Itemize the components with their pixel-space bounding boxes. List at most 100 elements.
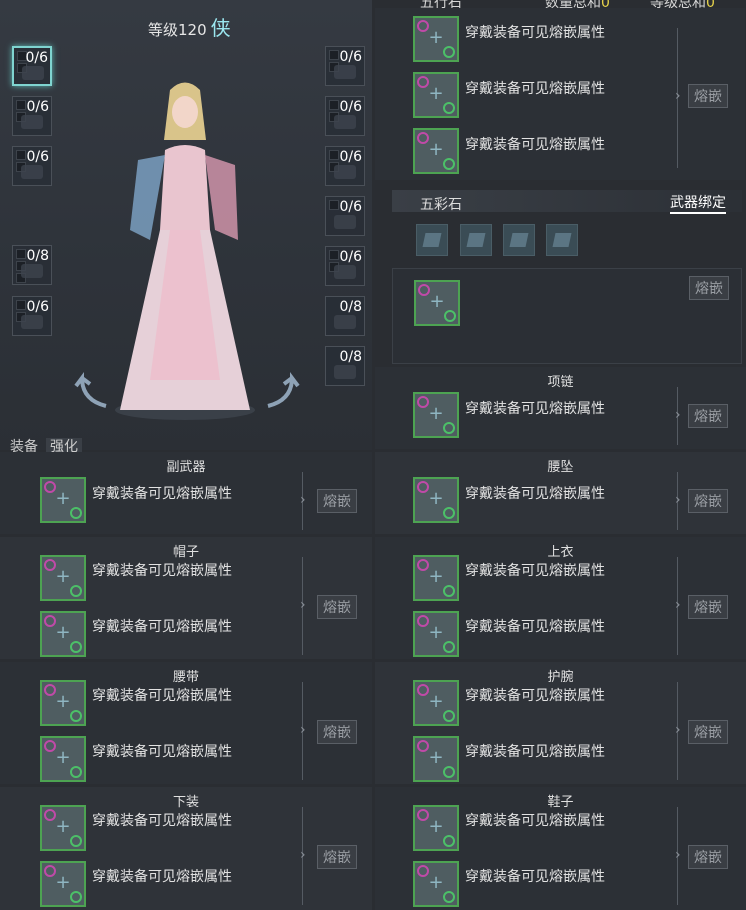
inlay-button[interactable]: 熔嵌 xyxy=(688,720,728,744)
inlay-button[interactable]: 熔嵌 xyxy=(317,489,357,513)
plus-icon: + xyxy=(428,816,444,837)
inlay-button[interactable]: 熔嵌 xyxy=(689,276,729,300)
wucai-stone-slot[interactable] xyxy=(460,224,492,256)
inlay-hint: 穿戴装备可见熔嵌属性 xyxy=(465,486,605,502)
section-hat: 帽子 + 穿戴装备可见熔嵌属性 + 穿戴装备可见熔嵌属性 › 熔嵌 xyxy=(0,537,372,659)
plus-icon: + xyxy=(55,691,71,712)
green-gem-icon xyxy=(70,507,82,519)
inlay-button[interactable]: 熔嵌 xyxy=(317,845,357,869)
inlay-button[interactable]: 熔嵌 xyxy=(688,595,728,619)
equip-slot-right-6[interactable]: 0/8 xyxy=(325,296,365,336)
slot-count: 0/6 xyxy=(26,149,49,165)
gem-slot[interactable]: + xyxy=(413,477,459,523)
inlay-button[interactable]: 熔嵌 xyxy=(688,845,728,869)
level-text: 等级120 xyxy=(148,21,207,39)
belt-icon xyxy=(334,65,356,79)
section-top: 上衣 + 穿戴装备可见熔嵌属性 + 穿戴装备可见熔嵌属性 › 熔嵌 xyxy=(375,537,746,659)
wucai-stone-slot[interactable] xyxy=(503,224,535,256)
inlay-button[interactable]: 熔嵌 xyxy=(688,489,728,513)
slot-count: 0/8 xyxy=(339,299,362,315)
pendant-icon xyxy=(334,265,356,279)
chevron-right-icon: › xyxy=(675,407,681,423)
equip-slot-right-2[interactable]: 0/6 xyxy=(325,96,365,136)
gem-slot[interactable]: + xyxy=(413,680,459,726)
stone-icon xyxy=(422,233,442,247)
level-display: 等级120 侠 xyxy=(148,12,231,41)
gem-slot[interactable]: + xyxy=(40,680,86,726)
gem-slot[interactable]: + xyxy=(40,611,86,657)
wucai-stone-slot[interactable] xyxy=(416,224,448,256)
gem-slot[interactable]: + xyxy=(413,805,459,851)
gem-slot[interactable]: + xyxy=(40,555,86,601)
wucai-stone-slot[interactable] xyxy=(546,224,578,256)
section-secondary-weapon: 副武器 + 穿戴装备可见熔嵌属性 › 熔嵌 xyxy=(0,452,372,534)
gem-slot[interactable]: + xyxy=(413,392,459,438)
plus-icon: + xyxy=(55,566,71,587)
chevron-right-icon: › xyxy=(675,597,681,613)
gem-slot[interactable]: + xyxy=(413,128,459,174)
equip-slot-left-2[interactable]: 0/6 xyxy=(12,96,52,136)
gem-slot[interactable]: + xyxy=(413,736,459,782)
green-gem-icon xyxy=(443,102,455,114)
green-gem-icon xyxy=(443,46,455,58)
gem-slot[interactable]: + xyxy=(413,611,459,657)
chevron-right-icon: › xyxy=(300,722,306,738)
section-title: 项链 xyxy=(547,375,574,390)
plus-icon: + xyxy=(428,488,444,509)
inlay-button[interactable]: 熔嵌 xyxy=(317,595,357,619)
equip-slot-right-4[interactable]: 0/6 xyxy=(325,196,365,236)
plus-icon: + xyxy=(428,691,444,712)
gem-slot[interactable]: + xyxy=(413,861,459,907)
equip-slot-right-5[interactable]: 0/6 xyxy=(325,246,365,286)
green-gem-icon xyxy=(443,710,455,722)
equip-slot-left-3[interactable]: 0/6 xyxy=(12,146,52,186)
chevron-right-icon: › xyxy=(300,847,306,863)
inlay-button[interactable]: 熔嵌 xyxy=(688,84,728,108)
gem-slot[interactable]: + xyxy=(413,555,459,601)
inlay-hint: 穿戴装备可见熔嵌属性 xyxy=(92,813,232,829)
inlay-button[interactable]: 熔嵌 xyxy=(317,720,357,744)
chevron-right-icon: › xyxy=(675,492,681,508)
pants-icon xyxy=(334,115,356,129)
gem-slot[interactable]: + xyxy=(413,16,459,62)
hat-icon xyxy=(22,66,44,80)
green-gem-icon xyxy=(443,891,455,903)
inlay-button[interactable]: 熔嵌 xyxy=(688,404,728,428)
slot-count: 0/6 xyxy=(339,99,362,115)
inlay-hint: 穿戴装备可见熔嵌属性 xyxy=(92,869,232,885)
chevron-right-icon: › xyxy=(300,597,306,613)
green-gem-icon xyxy=(443,158,455,170)
inlay-hint: 穿戴装备可见熔嵌属性 xyxy=(92,744,232,760)
rotate-right-icon[interactable] xyxy=(262,370,302,410)
section-waist-pendant: 腰坠 + 穿戴装备可见熔嵌属性 › 熔嵌 xyxy=(375,452,746,534)
equip-slot-right-1[interactable]: 0/6 xyxy=(325,46,365,86)
green-gem-icon xyxy=(443,507,455,519)
gem-slot[interactable]: + xyxy=(40,736,86,782)
plus-icon: + xyxy=(55,872,71,893)
equip-slot-left-1[interactable]: 0/6 xyxy=(12,46,52,86)
plus-icon: + xyxy=(428,403,444,424)
equip-slot-right-3[interactable]: 0/6 xyxy=(325,146,365,186)
green-gem-icon xyxy=(443,422,455,434)
shoes-icon xyxy=(334,165,356,179)
slot-count: 0/6 xyxy=(25,50,48,66)
section-weapon-stones: + 穿戴装备可见熔嵌属性 + 穿戴装备可见熔嵌属性 + 穿戴装备可见熔嵌属性 ›… xyxy=(375,8,745,180)
green-gem-icon xyxy=(70,835,82,847)
rotate-left-icon[interactable] xyxy=(72,370,112,410)
inlay-hint: 穿戴装备可见熔嵌属性 xyxy=(465,563,605,579)
gem-slot[interactable]: + xyxy=(413,72,459,118)
weapon-bind-link[interactable]: 武器绑定 xyxy=(670,192,726,214)
equip-slot-left-5[interactable]: 0/6 xyxy=(12,296,52,336)
inlay-hint: 穿戴装备可见熔嵌属性 xyxy=(465,25,605,41)
equip-slot-right-7[interactable]: 0/8 xyxy=(325,346,365,386)
plus-icon: + xyxy=(428,872,444,893)
plus-icon: + xyxy=(428,622,444,643)
slot-count: 0/6 xyxy=(26,299,49,315)
equip-slot-left-4[interactable]: 0/8 xyxy=(12,245,52,285)
gem-slot[interactable]: + xyxy=(40,477,86,523)
section-belt: 腰带 + 穿戴装备可见熔嵌属性 + 穿戴装备可见熔嵌属性 › 熔嵌 xyxy=(0,662,372,784)
gem-slot[interactable]: + xyxy=(40,861,86,907)
gem-slot[interactable]: + xyxy=(40,805,86,851)
green-gem-icon xyxy=(443,585,455,597)
gem-slot[interactable]: + xyxy=(414,280,460,326)
